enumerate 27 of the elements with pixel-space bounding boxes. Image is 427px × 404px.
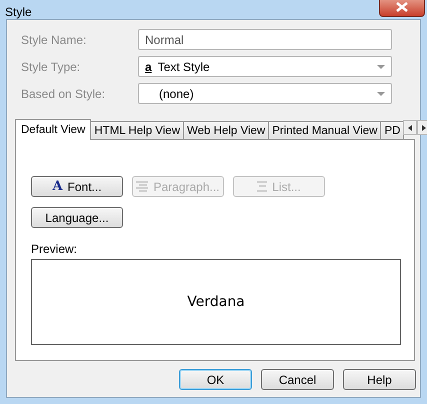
- field-label: Style Type:: [21, 60, 82, 74]
- field-label: Style Name:: [21, 32, 88, 46]
- tab-scroll-right-button[interactable]: [417, 120, 427, 135]
- paragraph-icon: [136, 181, 148, 192]
- preview-text: Verdana: [187, 294, 245, 310]
- left-arrow-icon: [408, 124, 412, 130]
- tab-scroll-left-button[interactable]: [403, 120, 418, 135]
- language-button[interactable]: Language...: [31, 207, 123, 228]
- tab[interactable]: Printed Manual View: [268, 121, 382, 139]
- tab[interactable]: Web Help View: [183, 121, 270, 139]
- dialog-button[interactable]: Help: [343, 369, 416, 390]
- preview-label: Preview:: [31, 242, 78, 256]
- close-button[interactable]: [379, 0, 425, 17]
- font-button[interactable]: A Font...: [31, 176, 123, 197]
- tab[interactable]: Default View: [15, 119, 92, 140]
- style-type-icon: a: [145, 60, 152, 74]
- field-label: Based on Style:: [21, 86, 106, 100]
- dropdown-arrow-icon: [377, 65, 385, 70]
- right-arrow-icon: [422, 124, 426, 130]
- tab[interactable]: HTML Help View: [90, 121, 184, 139]
- dropdown-arrow-icon: [377, 92, 385, 97]
- window-title: Style: [5, 4, 32, 18]
- close-icon: [395, 2, 409, 12]
- tab[interactable]: PD: [380, 121, 404, 139]
- dialog-button[interactable]: Cancel: [261, 369, 334, 390]
- dialog-button[interactable]: OK: [179, 369, 252, 390]
- list-icon: [257, 181, 268, 192]
